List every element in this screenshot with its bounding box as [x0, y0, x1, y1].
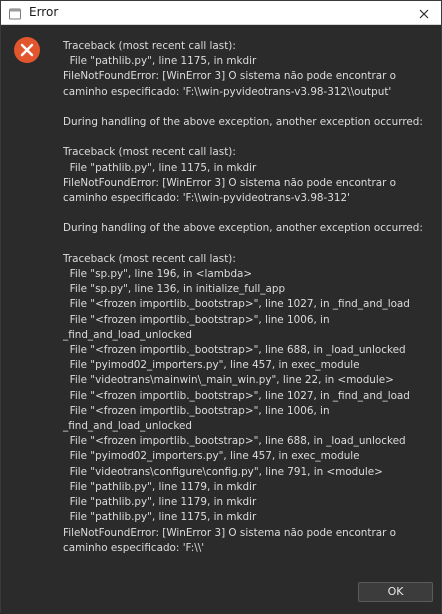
close-icon: [419, 4, 429, 23]
error-icon: [13, 36, 41, 64]
error-dialog-window: Error Traceback (most recent call last):…: [0, 0, 442, 614]
error-message-text: Traceback (most recent call last): File …: [63, 40, 423, 554]
window-title: Error: [29, 5, 59, 19]
dialog-content: Traceback (most recent call last): File …: [1, 25, 441, 614]
close-button[interactable]: [407, 1, 441, 25]
ok-button[interactable]: OK: [358, 582, 433, 602]
app-window-icon: [8, 6, 22, 20]
title-bar[interactable]: Error: [1, 1, 441, 25]
